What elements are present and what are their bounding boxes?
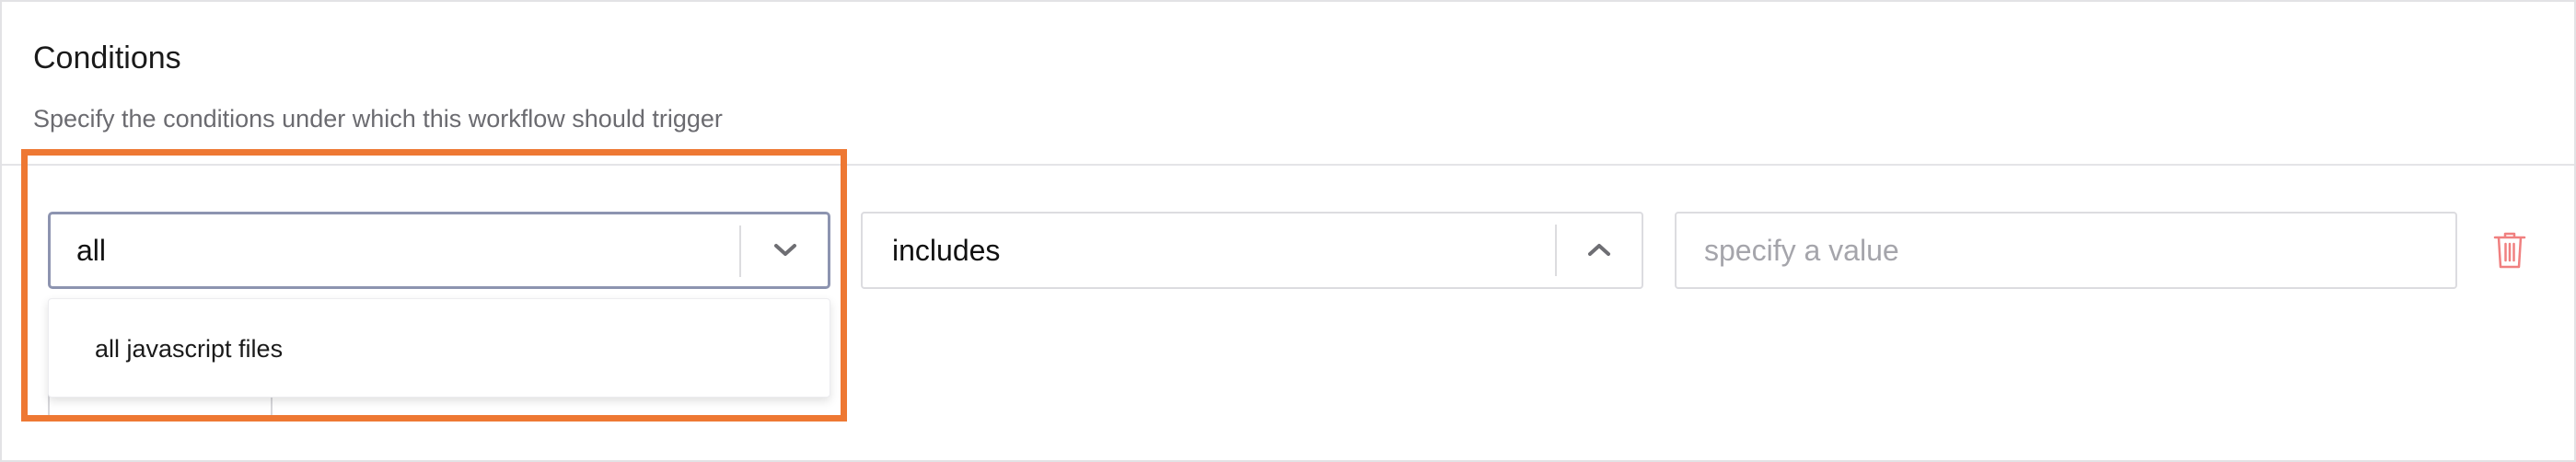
field-options-menu: all javascript files [48, 298, 830, 398]
section-subtitle: Specify the conditions under which this … [33, 105, 723, 133]
section-title: Conditions [33, 40, 181, 75]
field-search-input[interactable] [76, 214, 758, 286]
chevron-up-icon [1588, 244, 1610, 256]
delete-condition-button[interactable] [2488, 226, 2532, 274]
combobox-divider [739, 225, 741, 277]
chevron-down-icon [774, 244, 796, 256]
operator-dropdown-toggle[interactable] [1557, 214, 1642, 285]
option-all-javascript-files[interactable]: all javascript files [49, 299, 830, 398]
conditions-panel: Conditions Specify the conditions under … [0, 0, 2576, 462]
trash-icon [2493, 232, 2526, 269]
panel-header: Conditions Specify the conditions under … [2, 2, 2574, 166]
field-dropdown-toggle[interactable] [743, 214, 828, 286]
operator-select[interactable]: includes [861, 212, 1643, 289]
operator-value: includes [892, 234, 1001, 267]
value-input[interactable] [1704, 214, 2422, 287]
field-combobox[interactable] [48, 212, 830, 289]
value-field[interactable] [1675, 212, 2457, 289]
